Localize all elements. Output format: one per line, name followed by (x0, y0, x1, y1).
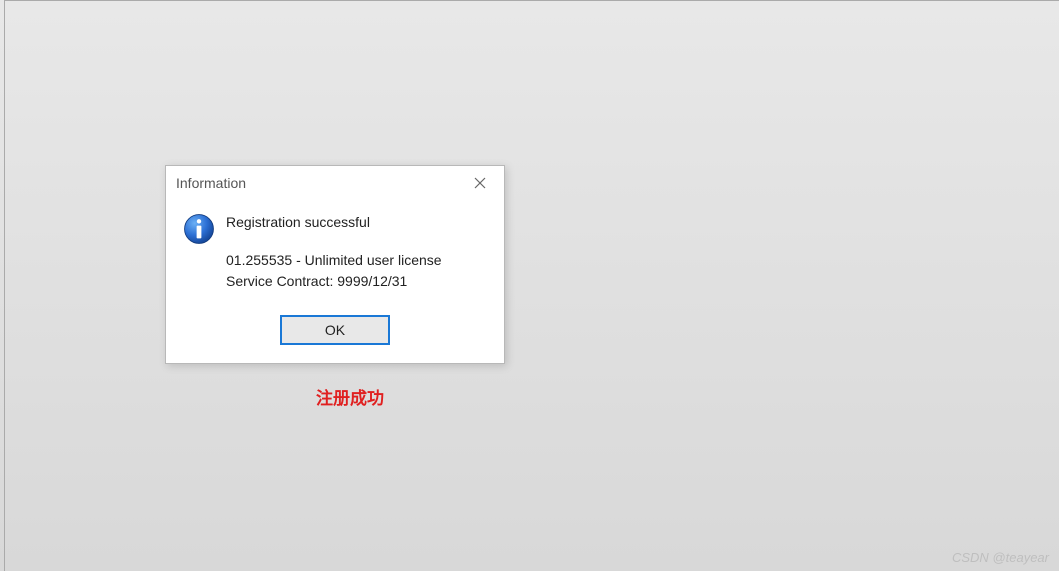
message-heading: Registration successful (226, 212, 488, 232)
close-button[interactable] (466, 171, 494, 195)
dialog-title: Information (176, 175, 246, 191)
close-icon (474, 177, 486, 189)
message-column: Registration successful 01.255535 - Unli… (226, 212, 488, 291)
button-row: OK (166, 299, 504, 363)
background-panel (4, 0, 1059, 571)
message-line-1: 01.255535 - Unlimited user license (226, 250, 488, 270)
ok-button[interactable]: OK (280, 315, 390, 345)
icon-column (182, 212, 226, 291)
information-dialog: Information (165, 165, 505, 364)
info-icon (182, 212, 216, 246)
dialog-body: Registration successful 01.255535 - Unli… (166, 200, 504, 299)
message-line-2: Service Contract: 9999/12/31 (226, 271, 488, 291)
watermark: CSDN @teayear (952, 550, 1049, 565)
caption-text: 注册成功 (316, 384, 384, 409)
dialog-titlebar: Information (166, 166, 504, 200)
